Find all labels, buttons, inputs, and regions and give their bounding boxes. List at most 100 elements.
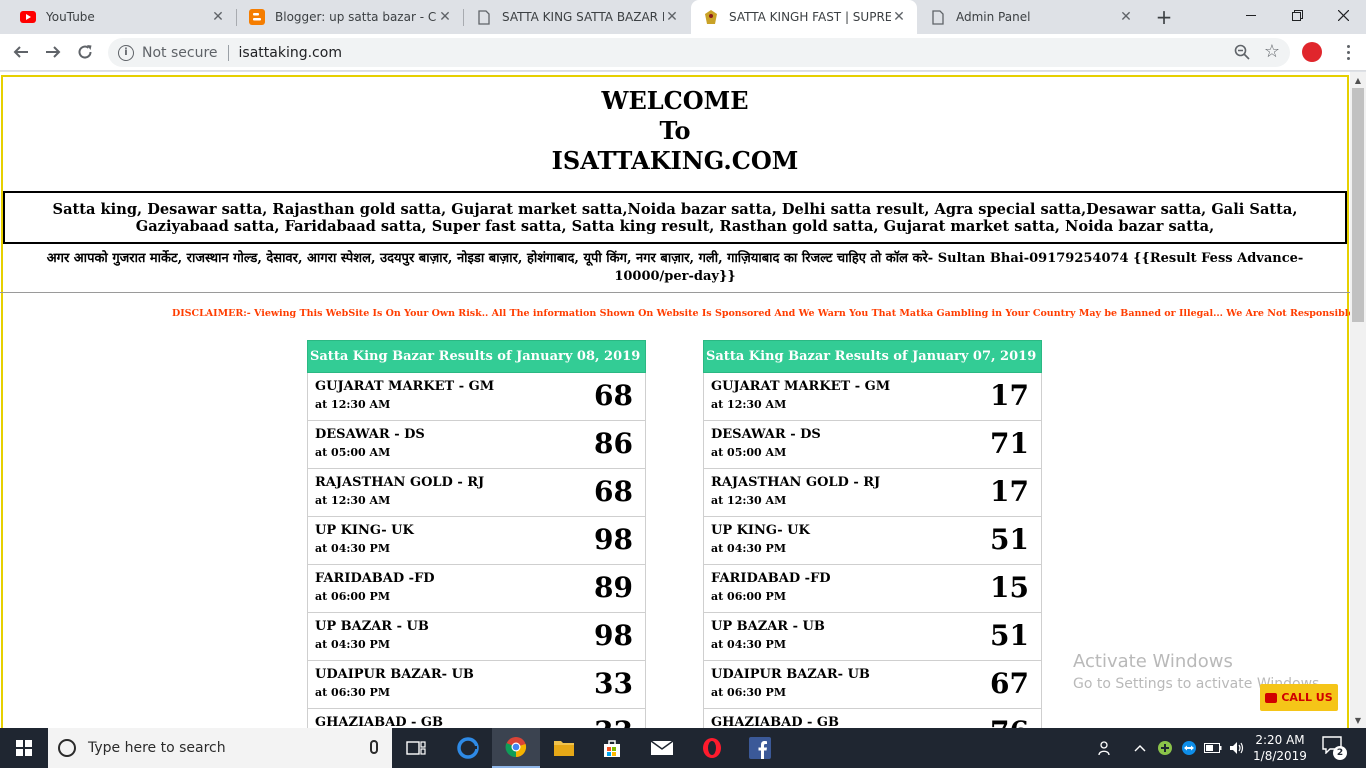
results-table-jan-07: Satta King Bazar Results of January 07, … [703, 340, 1042, 728]
tab-admin-panel[interactable]: Admin Panel ✕ [918, 0, 1144, 34]
game-time: at 06:00 PM [315, 590, 390, 603]
game-name: FARIDABAD -FD [711, 571, 831, 586]
taskbar-search[interactable]: Type here to search [48, 728, 392, 768]
tab-youtube[interactable]: YouTube ✕ [8, 0, 236, 34]
close-tab-icon[interactable]: ✕ [1118, 9, 1134, 25]
profile-avatar[interactable] [1302, 42, 1322, 62]
game-name: DESAWAR - DS [315, 427, 425, 442]
reload-button[interactable] [73, 40, 97, 64]
game-result: 98 [594, 523, 633, 556]
windows-logo-icon [16, 740, 32, 756]
table-row: RAJASTHAN GOLD - RJ at 12:30 AM 68 [307, 469, 646, 517]
action-center-button[interactable]: 2 [1322, 736, 1347, 760]
teamviewer-icon[interactable] [1178, 728, 1200, 768]
page-icon [476, 9, 492, 25]
chrome-icon [505, 737, 527, 758]
tab-satta-bazar[interactable]: SATTA KING SATTA BAZAR RA ✕ [464, 0, 690, 34]
call-us-button[interactable]: CALL US [1260, 684, 1338, 711]
site-icon [703, 9, 719, 25]
game-name: UDAIPUR BAZAR- UB [711, 667, 870, 682]
game-name: FARIDABAD -FD [315, 571, 435, 586]
start-button[interactable] [0, 728, 48, 768]
new-tab-button[interactable]: + [1153, 5, 1175, 29]
back-button[interactable] [9, 40, 33, 64]
table-row: UDAIPUR BAZAR- UB at 06:30 PM 67 [703, 661, 1042, 709]
zoom-icon[interactable] [1234, 44, 1250, 60]
site-name: ISATTAKING.COM [551, 146, 799, 175]
web-page: WELCOME To ISATTAKING.COM Satta king, De… [0, 72, 1350, 728]
page-scrollbar[interactable]: ▲ ▼ [1350, 72, 1366, 728]
maximize-button[interactable] [1274, 0, 1320, 30]
game-name: UP BAZAR - UB [315, 619, 429, 634]
url-text[interactable]: isattaking.com [239, 45, 342, 61]
address-bar[interactable]: i Not secure isattaking.com ☆ [108, 38, 1290, 67]
game-name: UP KING- UK [315, 523, 414, 538]
clock-date: 1/8/2019 [1253, 749, 1307, 763]
battery-icon[interactable] [1202, 728, 1224, 768]
forward-button[interactable] [41, 40, 65, 64]
table-row: FARIDABAD -FD at 06:00 PM 89 [307, 565, 646, 613]
game-result: 71 [990, 427, 1029, 460]
system-clock[interactable]: 2:20 AM 1/8/2019 [1248, 732, 1312, 764]
mail-app[interactable] [638, 728, 686, 768]
table-row: GHAZIABAD - GB 33 [307, 709, 646, 728]
search-placeholder: Type here to search [88, 740, 226, 756]
tab-label: Blogger: up satta bazar - Creat [275, 10, 437, 24]
close-tab-icon[interactable]: ✕ [664, 9, 680, 25]
chevron-up-icon[interactable] [1130, 728, 1150, 768]
chrome-app[interactable] [492, 728, 540, 768]
game-time: at 12:30 AM [315, 398, 391, 411]
table-row: UP KING- UK at 04:30 PM 98 [307, 517, 646, 565]
tab-blogger[interactable]: Blogger: up satta bazar - Creat ✕ [237, 0, 463, 34]
blogger-icon [249, 9, 265, 25]
tab-label: YouTube [46, 10, 95, 24]
game-time: at 06:30 PM [315, 686, 390, 699]
game-result: 86 [594, 427, 633, 460]
file-explorer-app[interactable] [540, 728, 588, 768]
scroll-down-arrow-icon[interactable]: ▼ [1350, 712, 1366, 728]
contact-notice: अगर आपको गुजरात मार्केट, राजस्थान गोल्ड,… [46, 251, 1304, 284]
scroll-up-arrow-icon[interactable]: ▲ [1350, 72, 1366, 88]
game-result: 76 [990, 715, 1029, 728]
table-header: Satta King Bazar Results of January 07, … [703, 340, 1042, 373]
search-icon [58, 739, 76, 757]
game-result: 51 [990, 523, 1029, 556]
close-tab-icon[interactable]: ✕ [437, 9, 453, 25]
facebook-icon [749, 737, 771, 759]
table-row: GUJARAT MARKET - GM at 12:30 AM 68 [307, 373, 646, 421]
mail-icon [650, 740, 674, 755]
people-icon[interactable] [1094, 728, 1118, 768]
close-tab-icon[interactable]: ✕ [891, 9, 907, 25]
game-result: 33 [594, 715, 633, 728]
facebook-app[interactable] [736, 728, 784, 768]
microphone-icon[interactable] [370, 740, 378, 754]
info-icon[interactable]: i [118, 44, 134, 61]
game-time: at 05:00 AM [315, 446, 391, 459]
page-icon [930, 9, 946, 25]
game-time: at 06:00 PM [711, 590, 786, 603]
minimize-button[interactable] [1228, 0, 1274, 30]
tray-app-icon[interactable] [1154, 728, 1176, 768]
edge-app[interactable] [444, 728, 492, 768]
tab-satta-kingh-fast[interactable]: SATTA KINGH FAST | SUPRE FA ✕ [691, 0, 917, 34]
close-tab-icon[interactable]: ✕ [210, 9, 226, 25]
store-app[interactable] [588, 728, 636, 768]
game-name: UP BAZAR - UB [711, 619, 825, 634]
game-name: UP KING- UK [711, 523, 810, 538]
table-row: UP KING- UK at 04:30 PM 51 [703, 517, 1042, 565]
volume-icon[interactable] [1226, 728, 1248, 768]
tab-label: Admin Panel [956, 10, 1031, 24]
task-view-icon [406, 741, 426, 755]
game-name: GUJARAT MARKET - GM [315, 379, 495, 394]
store-icon [604, 740, 620, 757]
opera-app[interactable] [688, 728, 736, 768]
table-row: UP BAZAR - UB at 04:30 PM 98 [307, 613, 646, 661]
game-time: at 04:30 PM [711, 542, 786, 555]
reload-icon [78, 45, 92, 59]
close-window-button[interactable] [1320, 0, 1366, 30]
table-row: UP BAZAR - UB at 04:30 PM 51 [703, 613, 1042, 661]
scrollbar-thumb[interactable] [1352, 88, 1364, 322]
bookmark-star-icon[interactable]: ☆ [1264, 41, 1280, 62]
task-view-button[interactable] [392, 728, 440, 768]
menu-button[interactable] [1338, 40, 1358, 64]
